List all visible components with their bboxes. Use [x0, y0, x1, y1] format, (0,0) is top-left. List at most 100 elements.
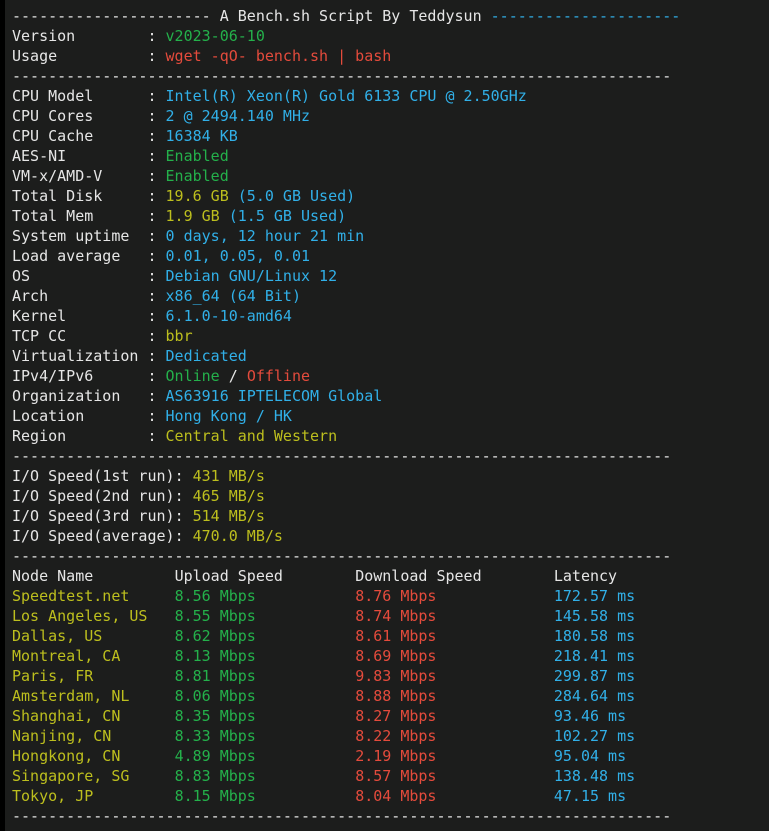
system-info-row: Location : Hong Kong / HK — [5, 406, 769, 426]
row-value-secondary: (5.0 GB Used) — [228, 187, 356, 205]
cell-download: 8.27 Mbps — [355, 707, 554, 725]
io-speed-row: I/O Speed(3rd run): 514 MB/s — [5, 506, 769, 526]
header-title: A Bench.sh Script By Teddysun — [210, 7, 491, 25]
script-info-row: Usage : wget -qO- bench.sh | bash — [5, 46, 769, 66]
speedtest-row: Paris, FR 8.81 Mbps 9.83 Mbps 299.87 ms — [5, 666, 769, 686]
separator-line: ----------------------------------------… — [5, 546, 769, 566]
cell-node: Amsterdam, NL — [12, 687, 175, 705]
row-colon: : — [147, 107, 166, 125]
cell-download: 8.74 Mbps — [355, 607, 554, 625]
cell-download: 9.83 Mbps — [355, 667, 554, 685]
row-colon: : — [147, 407, 166, 425]
row-value: Online — [165, 367, 220, 385]
io-label: I/O Speed(1st run) — [12, 467, 175, 485]
io-label: I/O Speed(3rd run) — [12, 507, 175, 525]
speedtest-row: Shanghai, CN 8.35 Mbps 8.27 Mbps 93.46 m… — [5, 706, 769, 726]
row-value: Hong Kong / HK — [165, 407, 292, 425]
cell-download: 8.69 Mbps — [355, 647, 554, 665]
cell-latency: 180.58 ms — [553, 627, 636, 645]
row-label: AES-NI — [12, 147, 148, 165]
cell-node: Los Angeles, US — [12, 607, 175, 625]
terminal-output: ---------------------- A Bench.sh Script… — [0, 0, 769, 831]
cell-download: 8.22 Mbps — [355, 727, 554, 745]
cell-download: 8.57 Mbps — [355, 767, 554, 785]
row-label: CPU Cores — [12, 107, 148, 125]
cell-upload: 8.62 Mbps — [174, 627, 356, 645]
cell-node: Shanghai, CN — [12, 707, 175, 725]
system-info-row: Total Disk : 19.6 GB (5.0 GB Used) — [5, 186, 769, 206]
row-colon: : — [147, 27, 166, 45]
io-speed-row: I/O Speed(2nd run): 465 MB/s — [5, 486, 769, 506]
cell-latency: 172.57 ms — [553, 587, 636, 605]
system-info-row: CPU Cache : 16384 KB — [5, 126, 769, 146]
cell-node: Dallas, US — [12, 627, 175, 645]
header-left-dashes: ---------------------- — [12, 7, 211, 25]
row-value: Central and Western — [165, 427, 338, 445]
cell-upload: 8.55 Mbps — [174, 607, 356, 625]
row-label: CPU Model — [12, 87, 148, 105]
cell-latency: 284.64 ms — [553, 687, 636, 705]
cell-download: 8.76 Mbps — [355, 587, 554, 605]
row-colon: : — [147, 347, 166, 365]
system-info-row: VM-x/AMD-V : Enabled — [5, 166, 769, 186]
cell-upload: 8.06 Mbps — [174, 687, 356, 705]
cell-upload: 8.35 Mbps — [174, 707, 356, 725]
row-label: Load average — [12, 247, 148, 265]
cell-download: 8.04 Mbps — [355, 787, 554, 805]
row-label: Arch — [12, 287, 148, 305]
cell-upload: 8.15 Mbps — [174, 787, 356, 805]
row-colon: : — [147, 167, 166, 185]
row-label: Organization — [12, 387, 148, 405]
row-label: IPv4/IPv6 — [12, 367, 148, 385]
row-value: Debian GNU/Linux 12 — [165, 267, 338, 285]
row-value: Enabled — [165, 167, 229, 185]
io-value: 470.0 MB/s — [192, 527, 283, 545]
cell-latency: 218.41 ms — [553, 647, 636, 665]
speedtest-row: Speedtest.net 8.56 Mbps 8.76 Mbps 172.57… — [5, 586, 769, 606]
system-info-row: Total Mem : 1.9 GB (1.5 GB Used) — [5, 206, 769, 226]
cell-upload: 8.56 Mbps — [174, 587, 356, 605]
row-value: 19.6 GB — [165, 187, 229, 205]
io-label: I/O Speed(2nd run) — [12, 487, 175, 505]
cell-node: Speedtest.net — [12, 587, 175, 605]
system-info-row: CPU Model : Intel(R) Xeon(R) Gold 6133 C… — [5, 86, 769, 106]
cell-download: 2.19 Mbps — [355, 747, 554, 765]
row-label: System uptime — [12, 227, 148, 245]
cell-upload: 8.33 Mbps — [174, 727, 356, 745]
row-value: 16384 KB — [165, 127, 238, 145]
row-value: bbr — [165, 327, 193, 345]
io-colon: : — [174, 487, 193, 505]
cell-download: 8.61 Mbps — [355, 627, 554, 645]
row-value: AS63916 IPTELECOM Global — [165, 387, 383, 405]
separator-dashes: ----------------------------------------… — [12, 447, 672, 465]
io-value: 465 MB/s — [192, 487, 265, 505]
row-label: Total Mem — [12, 207, 148, 225]
speedtest-row: Amsterdam, NL 8.06 Mbps 8.88 Mbps 284.64… — [5, 686, 769, 706]
speedtest-row: Montreal, CA 8.13 Mbps 8.69 Mbps 218.41 … — [5, 646, 769, 666]
row-colon: : — [147, 187, 166, 205]
io-speed-row: I/O Speed(average): 470.0 MB/s — [5, 526, 769, 546]
column-header-upload: Upload Speed — [174, 567, 356, 585]
separator-line: ----------------------------------------… — [5, 446, 769, 466]
io-colon: : — [174, 467, 193, 485]
cell-node: Tokyo, JP — [12, 787, 175, 805]
row-label: VM-x/AMD-V — [12, 167, 148, 185]
system-info-row: Kernel : 6.1.0-10-amd64 — [5, 306, 769, 326]
separator-dashes: ----------------------------------------… — [12, 547, 672, 565]
cell-latency: 95.04 ms — [553, 747, 627, 765]
column-header-node: Node Name — [12, 567, 175, 585]
title-line: ---------------------- A Bench.sh Script… — [5, 6, 769, 26]
system-info-row: AES-NI : Enabled — [5, 146, 769, 166]
row-colon: : — [147, 87, 166, 105]
cell-upload: 4.89 Mbps — [174, 747, 356, 765]
row-colon: : — [147, 267, 166, 285]
script-info-row: Version : v2023-06-10 — [5, 26, 769, 46]
row-label: Kernel — [12, 307, 148, 325]
system-info-row: Organization : AS63916 IPTELECOM Global — [5, 386, 769, 406]
io-value: 431 MB/s — [192, 467, 265, 485]
separator-line: ----------------------------------------… — [5, 66, 769, 86]
system-info-row: Load average : 0.01, 0.05, 0.01 — [5, 246, 769, 266]
speedtest-row: Tokyo, JP 8.15 Mbps 8.04 Mbps 47.15 ms — [5, 786, 769, 806]
row-colon: : — [147, 307, 166, 325]
row-label: Virtualization — [12, 347, 148, 365]
